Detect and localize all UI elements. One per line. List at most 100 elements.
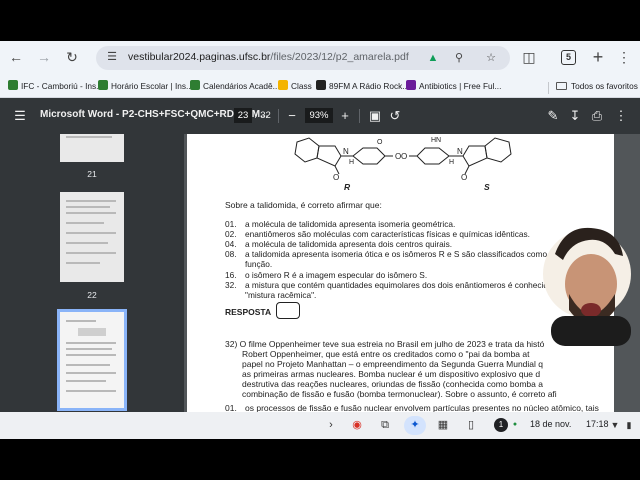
chevron-right-icon[interactable]: › [324,418,338,432]
question-32-line: combinação de fissão e fusão (bomba term… [242,389,557,399]
bookmark-item[interactable]: Antibiotics | Free Ful... [406,80,501,93]
question-intro: Sobre a talidomida, é correto afirmar qu… [225,200,382,210]
print-icon[interactable]: ⎙ [589,108,605,124]
thumbnail-line [66,252,116,254]
url-path: /files/2023/12/p2_amarela.pdf [270,51,409,63]
question-32-line: papel no Projeto Manhattan – o empreendi… [242,359,544,369]
rotate-icon[interactable]: ↺ [387,108,403,124]
antibiotics-favicon-icon [406,80,416,90]
thumbnail-line [66,348,112,350]
question-32-line: Robert Oppenheimer, que está entre os cr… [242,349,530,359]
benzene-ring [484,137,512,163]
thumbnail-line [66,136,112,138]
page-number-input[interactable]: 23 [234,108,252,123]
back-arrow-icon[interactable]: ← [8,49,24,65]
new-tab-icon[interactable]: + [590,48,606,66]
bookmark-label: 89FM A Rádio Rock... [329,81,410,91]
bookmark-label: Horário Escolar | Ins... [111,81,193,91]
bookmark-star-icon[interactable]: ☆ [484,51,498,65]
thumbnail-label: 21 [87,169,97,179]
bookmark-label: Class [291,81,312,91]
page-thumbnail-current[interactable] [57,309,127,411]
date-display[interactable]: 18 de nov. [530,419,571,429]
thumbnail-line [66,372,116,374]
sidebar-menu-icon[interactable]: ☰ [12,108,28,124]
question-32-line: as primeiras armas nucleares. Bomba nucl… [242,369,541,379]
notification-count-icon[interactable]: 1 [494,418,508,432]
forward-arrow-icon[interactable]: → [36,49,52,65]
thumbnail-line [66,262,100,264]
atom-label-n: N [343,147,349,156]
thumbnail-line [66,212,116,214]
question-32-first-line: 32) O filme Oppenheimer teve sua estreia… [225,339,545,349]
folder-icon [556,82,567,90]
question-32-option-number: 01. [225,403,237,412]
clock-display[interactable]: 17:18 [586,419,609,429]
pdf-toolbar: ☰ Microsoft Word - P2-CHS+FSC+QMC+RDÇ-AM… [0,98,640,134]
thumbnail-line [66,364,110,366]
bookmark-item[interactable]: Calendários Acadê... [190,80,280,93]
bookmark-item[interactable]: Horário Escolar | Ins... [98,80,193,93]
zoom-page-icon[interactable]: ⚲ [452,51,466,65]
bookmark-label: Antibiotics | Free Ful... [419,81,502,91]
fit-to-page-icon[interactable]: ▣ [367,108,383,124]
mouth-shape [581,303,601,317]
thumbnail-label: 22 [87,290,97,300]
radio-favicon-icon [316,80,326,90]
zoom-input[interactable]: 93% [305,108,333,123]
thumbnail-line [66,380,106,382]
more-options-icon[interactable]: ⋮ [613,108,629,124]
option-number: 08. [225,249,237,259]
bookmark-item[interactable]: Class [278,80,312,93]
benzene-ring [294,137,320,163]
thumbnail-sidebar: 21 22 [0,134,184,412]
zoom-out-icon[interactable]: − [284,108,300,124]
record-icon[interactable]: ◉ [350,418,364,432]
zoom-in-icon[interactable]: + [337,108,353,124]
thumbnail-line [66,200,116,202]
resposta-label: RESPOSTA [225,307,272,317]
battery-icon[interactable]: ▮ [622,418,636,432]
tab-count-button[interactable]: 5 [561,50,576,65]
ifc-favicon-icon [98,80,108,90]
thumbnail-line [66,390,116,392]
thumbnail-line [66,354,116,356]
atom-label-o: O [461,173,467,182]
menu-kebab-icon[interactable]: ⋮ [616,49,632,65]
all-bookmarks-folder[interactable]: Todos os favoritos [556,80,638,93]
toolbar-divider [278,109,279,123]
bookmark-label: IFC - Camboriú - Ins... [21,81,104,91]
page-thumbnail[interactable] [60,192,124,282]
bookmarks-bar: IFC - Camboriú - Ins... Horário Escolar … [0,74,640,98]
thumbnail-line [66,222,104,224]
stylus-icon[interactable]: ✦ [408,418,422,432]
phone-hub-icon[interactable]: ▯ [464,418,478,432]
status-dot-icon: ● [512,421,518,428]
site-info-icon[interactable]: ☰ [105,50,119,64]
navigation-bar: ← → ↻ ☰ vestibular2024.paginas.ufsc.br/f… [0,41,640,74]
system-shelf: › ◉ ⧉ ✦ ▦ ▯ 1 ● 18 de nov. 17:18 ▼ ▮ [0,412,640,439]
resposta-box[interactable] [276,302,300,319]
wifi-icon[interactable]: ▼ [608,418,622,432]
drive-icon[interactable]: ▲ [426,51,440,65]
presenter-webcam-overlay [543,227,631,346]
toolbar-divider [359,109,360,123]
extensions-icon[interactable]: ◫ [521,49,537,65]
thumbnail-figure [78,328,106,336]
page-thumbnail[interactable] [60,134,124,162]
annotate-pen-icon[interactable]: ✎ [545,108,561,124]
glutarimide-ring [416,147,450,165]
bookmarks-divider [548,82,549,94]
bookmark-item[interactable]: 89FM A Rádio Rock... [316,80,409,93]
atom-label-o: O [401,152,407,161]
classroom-favicon-icon [278,80,288,90]
reload-icon[interactable]: ↻ [64,49,80,65]
atom-label-h: H [349,159,354,166]
address-bar[interactable]: ☰ vestibular2024.paginas.ufsc.br/files/2… [96,46,510,70]
url-text[interactable]: vestibular2024.paginas.ufsc.br/files/202… [128,51,409,63]
screenshot-icon[interactable]: ⧉ [378,418,392,432]
files-icon[interactable]: ▦ [436,418,450,432]
thumbnail-line [66,320,96,322]
download-icon[interactable]: ↧ [567,108,583,124]
bookmark-item[interactable]: IFC - Camboriú - Ins... [8,80,103,93]
